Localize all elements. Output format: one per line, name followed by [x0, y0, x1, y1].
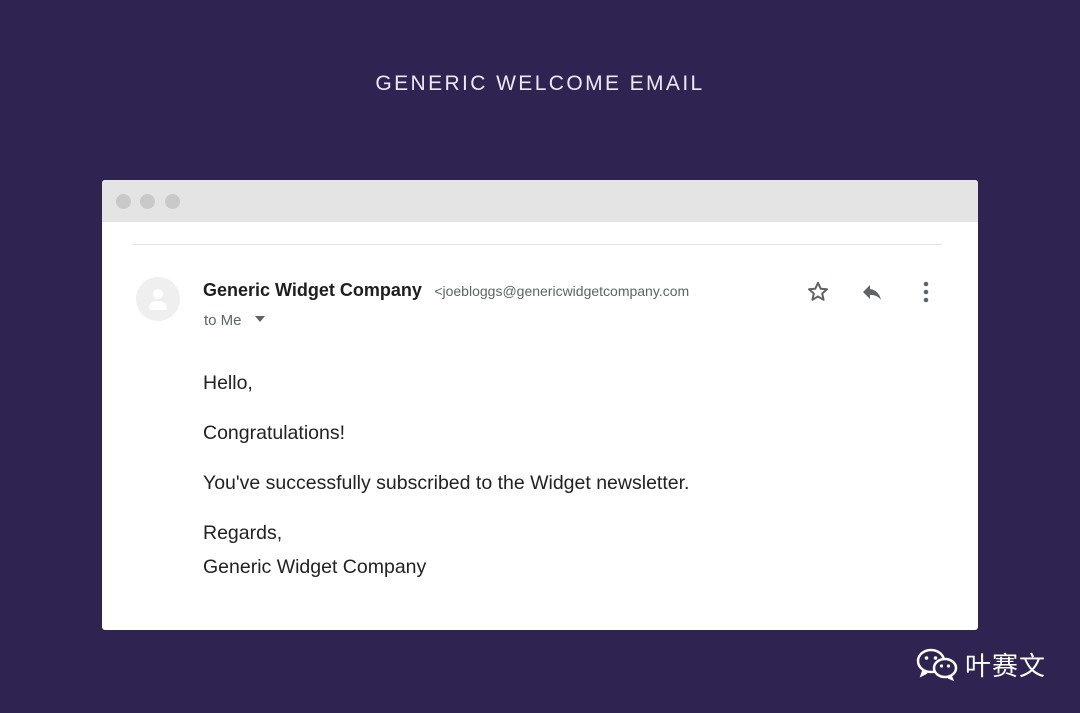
- body-line-1: Congratulations!: [203, 422, 346, 444]
- watermark: 叶赛文: [915, 648, 1047, 681]
- sender-avatar: [136, 277, 180, 321]
- recipient-label: to Me: [204, 312, 242, 329]
- email-window: Generic Widget Company <joebloggs@generi…: [102, 180, 978, 630]
- recipient-toggle[interactable]: to Me: [204, 312, 265, 329]
- window-close-dot[interactable]: [116, 194, 131, 209]
- avatar-shoulders: [149, 301, 167, 310]
- more-vert-icon[interactable]: [916, 280, 936, 304]
- header-divider: [132, 244, 942, 245]
- body-line-2: You've successfully subscribed to the Wi…: [203, 472, 690, 494]
- sender-name: Generic Widget Company: [203, 280, 422, 300]
- star-icon[interactable]: [805, 280, 831, 304]
- window-titlebar: [102, 180, 978, 222]
- caret-down-icon: [254, 316, 265, 323]
- body-signature: Generic Widget Company: [203, 556, 427, 578]
- reply-icon[interactable]: [859, 280, 885, 304]
- window-maximize-dot[interactable]: [165, 194, 180, 209]
- sender-email: <joebloggs@genericwidgetcompany.com: [434, 283, 690, 299]
- watermark-text: 叶赛文: [965, 650, 1047, 681]
- window-minimize-dot[interactable]: [140, 194, 155, 209]
- avatar-head: [153, 289, 163, 299]
- wechat-icon: [916, 648, 958, 681]
- sender-row: Generic Widget Company <joebloggs@generi…: [203, 280, 689, 301]
- body-greeting: Hello,: [203, 372, 253, 394]
- page-title: GENERIC WELCOME EMAIL: [375, 72, 705, 95]
- body-signoff: Regards,: [203, 522, 283, 544]
